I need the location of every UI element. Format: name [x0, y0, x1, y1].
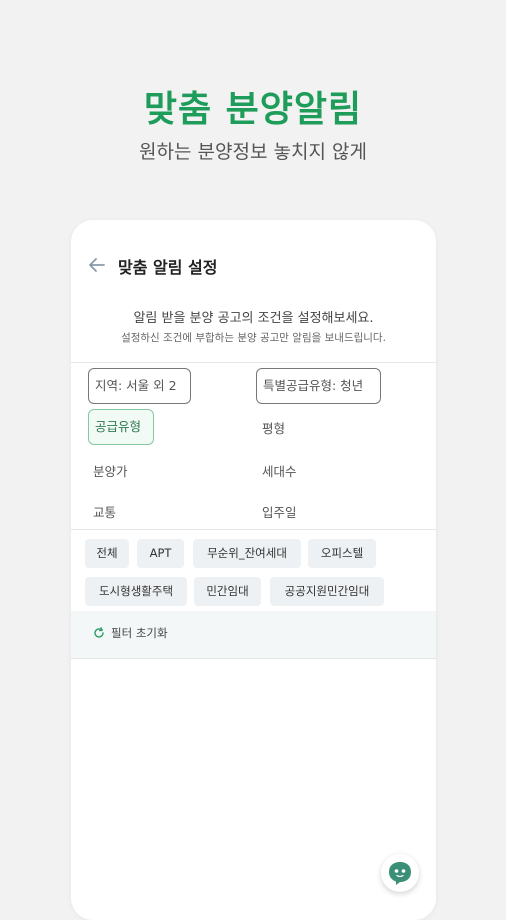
filter-transport[interactable]: 교통	[93, 502, 116, 521]
chat-bot-icon	[389, 862, 411, 885]
chip-unranked-remaining[interactable]: 무순위_잔여세대	[193, 539, 301, 568]
description-line-2: 설정하신 조건에 부합하는 분양 공고만 알림을 보내드립니다.	[121, 332, 386, 344]
reset-filter-label: 필터 초기화	[111, 626, 168, 640]
chip-all[interactable]: 전체	[85, 539, 129, 568]
filter-area[interactable]: 평형	[262, 418, 285, 437]
reset-area: 필터 초기화	[71, 611, 436, 658]
divider	[71, 529, 436, 530]
page-title: 맞춤 알림 설정	[118, 258, 218, 277]
hero-title: 맞춤 분양알림	[143, 89, 363, 130]
filter-move-in[interactable]: 입주일	[262, 502, 297, 521]
filter-special-supply[interactable]: 특별공급유형: 청년	[256, 368, 381, 404]
alert-settings-card: 맞춤 알림 설정 알림 받을 분양 공고의 조건을 설정해보세요. 설정하신 조…	[71, 220, 436, 920]
filter-supply-type[interactable]: 공급유형	[88, 409, 154, 445]
divider	[71, 658, 436, 659]
chip-apt[interactable]: APT	[137, 539, 184, 568]
divider	[71, 362, 436, 363]
filter-households[interactable]: 세대수	[262, 461, 297, 480]
chat-bot-button[interactable]	[381, 854, 419, 892]
reset-filter-button[interactable]: 필터 초기화	[93, 625, 168, 641]
chip-public-private-rental[interactable]: 공공지원민간임대	[270, 577, 384, 606]
filter-region[interactable]: 지역: 서울 외 2	[88, 368, 191, 404]
card-header: 맞춤 알림 설정	[71, 250, 436, 280]
refresh-icon	[94, 627, 104, 638]
chip-private-rental[interactable]: 민간임대	[194, 577, 261, 606]
chip-officetel[interactable]: 오피스텔	[308, 539, 376, 568]
description-line-1: 알림 받을 분양 공고의 조건을 설정해보세요.	[133, 311, 374, 326]
filter-price[interactable]: 분양가	[93, 461, 128, 480]
hero-subtitle: 원하는 분양정보 놓치지 않게	[139, 141, 367, 163]
chip-urban-housing[interactable]: 도시형생활주택	[85, 577, 187, 606]
back-arrow-icon[interactable]	[87, 255, 107, 275]
